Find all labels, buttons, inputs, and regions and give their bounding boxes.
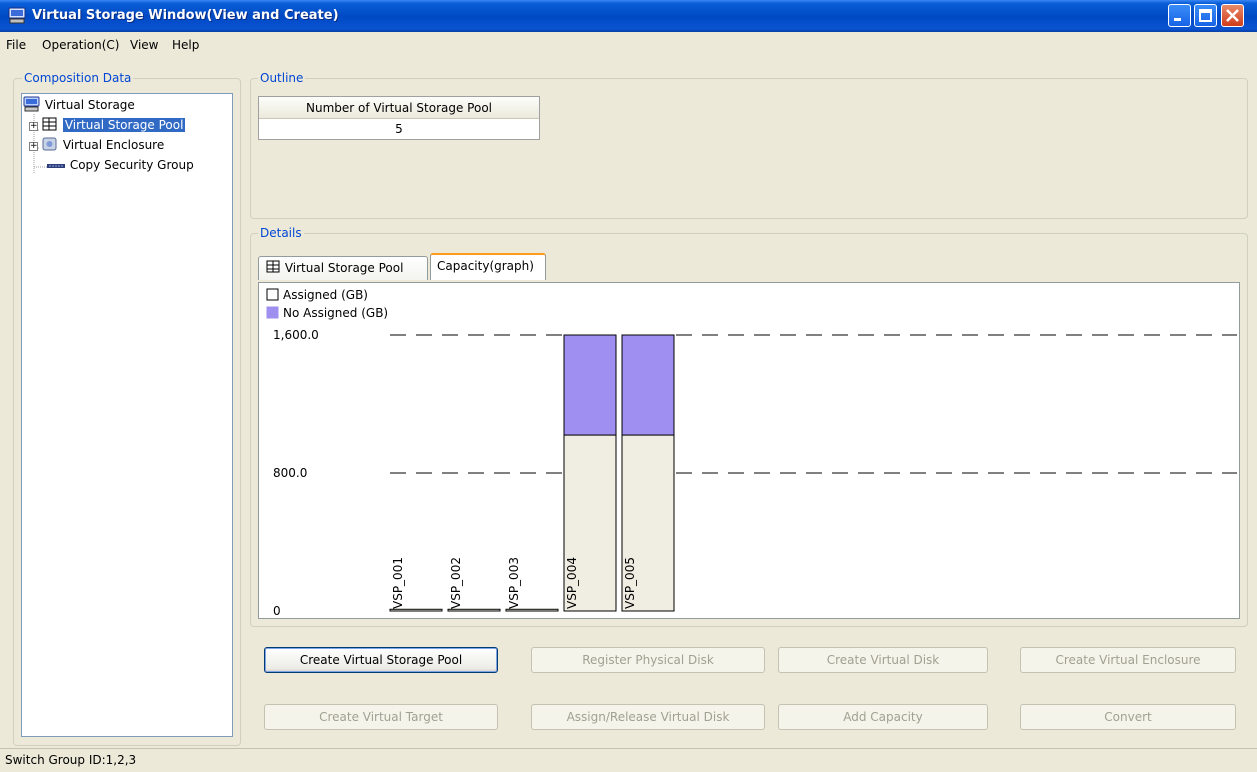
minimize-icon (1174, 18, 1181, 21)
status-bar: Switch Group ID:1,2,3 (0, 748, 1257, 772)
pool-icon (42, 117, 57, 131)
convert-button[interactable]: Convert (1020, 704, 1236, 730)
tree-item-virtual-storage-pool[interactable]: Virtual Storage Pool (41, 116, 187, 134)
menu-operation[interactable]: Operation(C) (42, 38, 119, 52)
outline-header: Number of Virtual Storage Pool (259, 97, 539, 119)
expand-enclosure-icon[interactable]: + (29, 142, 38, 151)
tab-label: Virtual Storage Pool (284, 261, 404, 275)
close-icon (1226, 9, 1239, 22)
capacity-chart: Assigned (GB) No Assigned (GB) 1,600.0 800.… (266, 288, 1237, 618)
title-bar[interactable]: Virtual Storage Window(View and Create) (0, 0, 1257, 32)
menu-bar: File Operation(C) View Help (0, 32, 1257, 60)
tab-label: Capacity(graph) (437, 259, 534, 273)
tab-virtual-storage-pool[interactable]: Virtual Storage Pool (258, 256, 428, 280)
tab-capacity-graph[interactable]: Capacity(graph) (430, 253, 546, 280)
y-tick-label: 0 (273, 604, 281, 618)
app-icon (8, 7, 26, 24)
maximize-icon (1199, 9, 1212, 22)
outline-table: Number of Virtual Storage Pool 5 (258, 96, 540, 140)
tree-item-virtual-enclosure[interactable]: Virtual Enclosure (41, 136, 164, 154)
minimize-button[interactable] (1168, 4, 1191, 27)
capacity-chart-frame: Assigned (GB) No Assigned (GB) 1,600.0 800.… (258, 282, 1240, 619)
composition-data-legend: Composition Data (22, 71, 134, 85)
legend-swatch (266, 306, 279, 319)
legend-label: Assigned (GB) (283, 288, 368, 302)
menu-help[interactable]: Help (172, 38, 199, 52)
register-physical-disk-button[interactable]: Register Physical Disk (531, 647, 765, 673)
menu-view[interactable]: View (130, 38, 158, 52)
storage-icon (23, 96, 40, 112)
create-virtual-disk-button[interactable]: Create Virtual Disk (778, 647, 988, 673)
maximize-button[interactable] (1194, 4, 1217, 27)
create-virtual-enclosure-button[interactable]: Create Virtual Enclosure (1020, 647, 1236, 673)
category-label: VSP_001 (391, 557, 405, 609)
bar-segment (563, 334, 617, 436)
assign-release-virtual-disk-button[interactable]: Assign/Release Virtual Disk (531, 704, 765, 730)
composition-tree[interactable]: Virtual Storage + Virtual Storage Pool +… (21, 93, 233, 737)
close-button[interactable] (1221, 4, 1244, 27)
status-text: Switch Group ID:1,2,3 (5, 753, 137, 767)
create-virtual-storage-pool-button[interactable]: Create Virtual Storage Pool (264, 647, 498, 673)
category-label: VSP_005 (623, 557, 637, 609)
category-label: VSP_003 (507, 557, 521, 609)
security-group-icon (47, 164, 65, 168)
menu-file[interactable]: File (6, 38, 26, 52)
tree-label: Virtual Enclosure (62, 138, 165, 152)
add-capacity-button[interactable]: Add Capacity (778, 704, 988, 730)
pool-icon (266, 260, 280, 273)
tree-item-virtual-storage[interactable]: Virtual Storage (23, 96, 135, 114)
details-legend: Details (258, 226, 304, 240)
window-title: Virtual Storage Window(View and Create) (32, 8, 339, 23)
outline-value: 5 (395, 122, 403, 136)
tree-label: Virtual Storage Pool (61, 117, 187, 133)
create-virtual-target-button[interactable]: Create Virtual Target (264, 704, 498, 730)
outline-legend: Outline (258, 71, 306, 85)
y-tick-label: 1,600.0 (273, 328, 319, 342)
category-label: VSP_002 (449, 557, 463, 609)
legend-swatch (266, 288, 279, 301)
enclosure-icon (42, 137, 57, 151)
tree-label: Copy Security Group (69, 158, 194, 172)
bar-segment (621, 334, 675, 436)
category-label: VSP_004 (565, 557, 579, 609)
tree-item-copy-security-group[interactable]: Copy Security Group (46, 156, 194, 174)
legend-label: No Assigned (GB) (283, 306, 388, 320)
tree-label: Virtual Storage (44, 98, 135, 112)
expand-pool-icon[interactable]: + (29, 122, 38, 131)
y-tick-label: 800.0 (273, 466, 307, 480)
